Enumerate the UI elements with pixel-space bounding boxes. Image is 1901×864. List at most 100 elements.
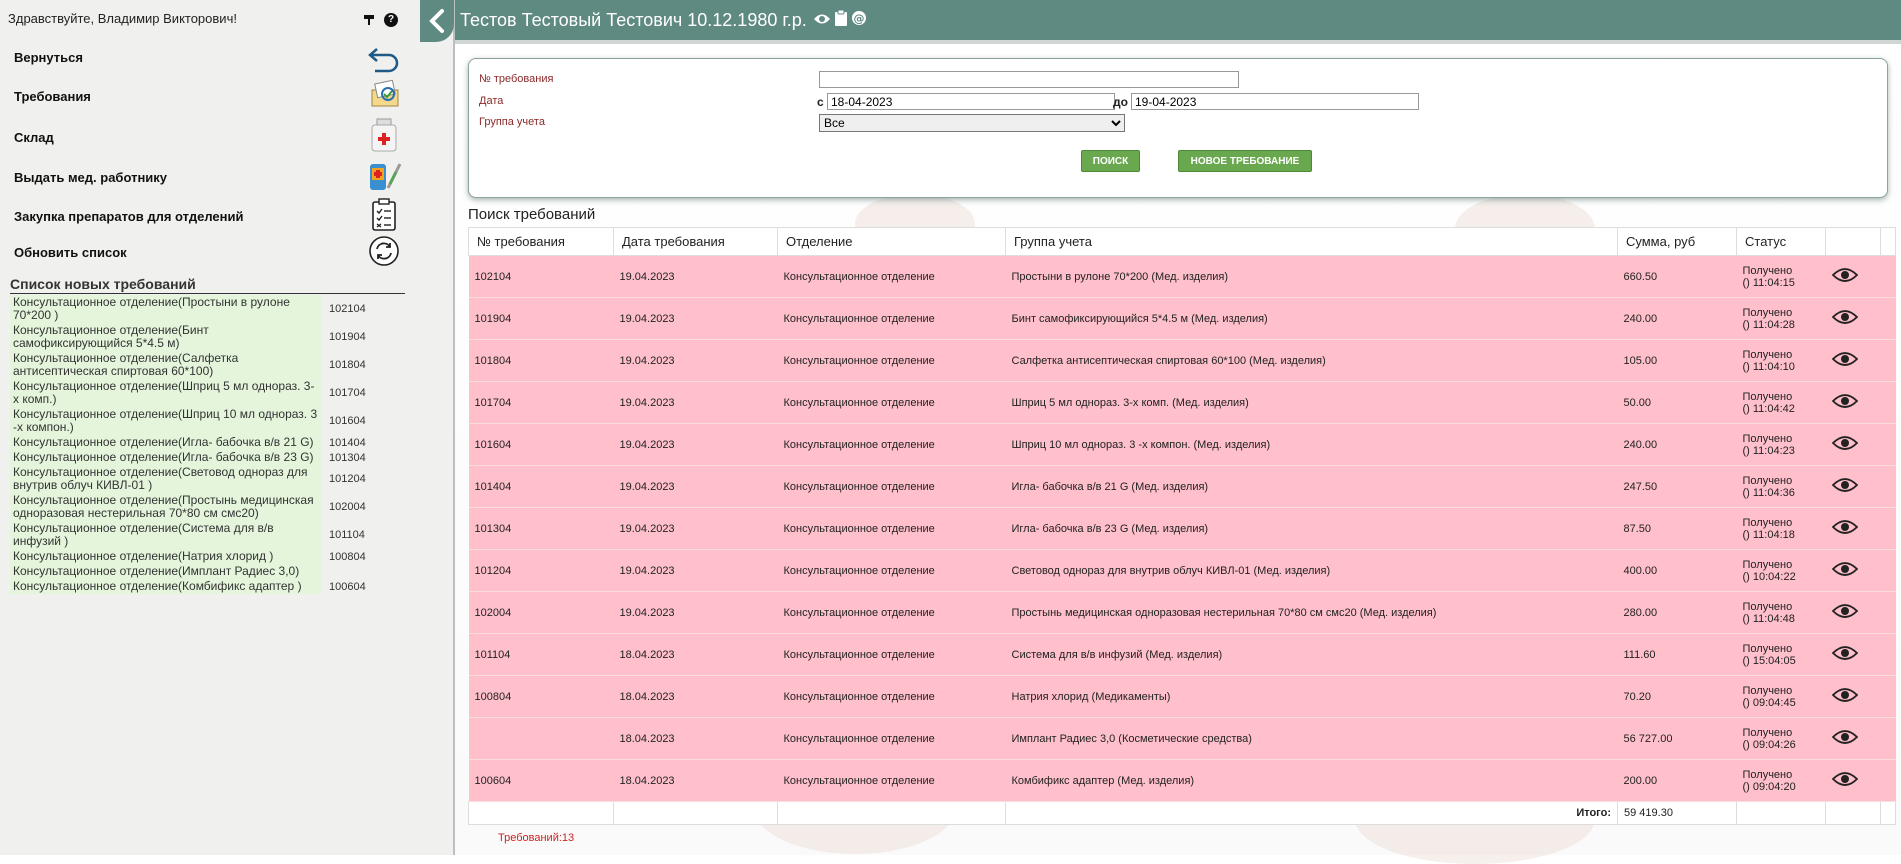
issue-icon[interactable] <box>366 158 402 194</box>
cell-group: Бинт самофиксирующийся 5*4.5 м (Мед. изд… <box>1005 297 1618 340</box>
new-request-item[interactable]: Консультационное отделение(Простынь меди… <box>10 493 405 521</box>
col-sum[interactable]: Сумма, руб <box>1617 227 1737 256</box>
collapse-sidebar-button[interactable] <box>420 0 454 42</box>
cell-sum: 240.00 <box>1617 297 1737 340</box>
cell-action <box>1825 675 1881 718</box>
cell-department: Консультационное отделение <box>777 591 1006 634</box>
cell-sum: 247.50 <box>1617 465 1737 508</box>
menu-warehouse[interactable]: Склад <box>14 130 54 145</box>
cell-scroll <box>1880 507 1896 550</box>
table-row[interactable]: 102104 19.04.2023 Консультационное отделен… <box>468 255 1896 298</box>
menu-return[interactable]: Вернуться <box>14 50 83 65</box>
new-request-item[interactable]: Консультационное отделение(Бинт самофикс… <box>10 323 405 351</box>
status-time: () 09:04:45 <box>1742 696 1796 709</box>
view-eye-icon[interactable] <box>1831 687 1858 706</box>
new-request-item[interactable]: Консультационное отделение(Игла- бабочка… <box>10 450 405 465</box>
cell-scroll <box>1880 423 1896 466</box>
table-row[interactable]: 100604 18.04.2023 Консультационное отделен… <box>468 759 1896 802</box>
requests-icon[interactable] <box>366 76 402 112</box>
results-title: Поиск требований <box>468 206 596 223</box>
new-request-item[interactable]: Консультационное отделение(Шприц 5 мл од… <box>10 379 405 407</box>
warehouse-icon[interactable] <box>366 117 402 153</box>
col-department[interactable]: Отделение <box>777 227 1006 256</box>
table-row[interactable]: 101304 19.04.2023 Консультационное отделен… <box>468 507 1896 550</box>
email-icon[interactable]: @ <box>851 10 867 31</box>
col-number[interactable]: № требования <box>468 227 614 256</box>
cell-scroll <box>1880 255 1896 298</box>
table-row[interactable]: 102004 19.04.2023 Консультационное отделен… <box>468 591 1896 634</box>
view-eye-icon[interactable] <box>1831 561 1858 580</box>
new-request-label: Консультационное отделение(Световод одно… <box>10 465 322 493</box>
col-status[interactable]: Статус <box>1736 227 1826 256</box>
request-number-input[interactable] <box>819 71 1239 88</box>
cell-sum: 400.00 <box>1617 549 1737 592</box>
search-button[interactable]: ПОИСК <box>1081 150 1140 172</box>
group-select[interactable]: Все <box>819 114 1125 132</box>
refresh-icon[interactable] <box>366 233 402 269</box>
table-row[interactable]: 18.04.2023 Консультационное отделение Импл… <box>468 717 1896 760</box>
view-eye-icon[interactable] <box>1831 603 1858 622</box>
new-request-item[interactable]: Консультационное отделение(Световод одно… <box>10 465 405 493</box>
menu-purchase[interactable]: Закупка препаратов для отделений <box>14 209 243 224</box>
checklist-icon[interactable] <box>366 197 402 233</box>
return-icon[interactable] <box>366 40 402 76</box>
cell-group: Шприц 5 мл однораз. 3-х комп. (Мед. изде… <box>1005 381 1618 424</box>
clipboard-icon[interactable] <box>834 9 847 31</box>
paint-icon[interactable] <box>362 13 376 27</box>
cell-action <box>1825 507 1881 550</box>
view-eye-icon[interactable] <box>1831 435 1858 454</box>
status-text: Получено <box>1742 684 1793 697</box>
col-group[interactable]: Группа учета <box>1005 227 1618 256</box>
help-icon[interactable]: ? <box>384 13 398 27</box>
status-time: () 11:04:18 <box>1742 528 1795 541</box>
new-request-number: 100804 <box>329 550 366 563</box>
new-request-label: Консультационное отделение(Игла- бабочка… <box>10 450 322 465</box>
date-to-input[interactable] <box>1131 93 1419 110</box>
new-request-item[interactable]: Консультационное отделение(Комбификс ада… <box>10 579 405 594</box>
new-request-item[interactable]: Консультационное отделение(Система для в… <box>10 521 405 549</box>
menu-requests[interactable]: Требования <box>14 89 91 104</box>
new-request-number: 101404 <box>329 436 366 449</box>
eye-icon[interactable] <box>813 10 831 31</box>
view-eye-icon[interactable] <box>1831 267 1858 286</box>
new-request-number: 101304 <box>329 451 366 464</box>
view-eye-icon[interactable] <box>1831 351 1858 370</box>
cell-department: Консультационное отделение <box>777 255 1006 298</box>
cell-number: 101304 <box>468 507 614 550</box>
view-eye-icon[interactable] <box>1831 309 1858 328</box>
view-eye-icon[interactable] <box>1831 477 1858 496</box>
total-label: Итого: <box>1005 801 1618 825</box>
table-row[interactable]: 101204 19.04.2023 Консультационное отделен… <box>468 549 1896 592</box>
new-request-item[interactable]: Консультационное отделение(Натрия хлорид… <box>10 549 405 564</box>
cell-department: Консультационное отделение <box>777 423 1006 466</box>
date-from-input[interactable] <box>827 93 1115 110</box>
view-eye-icon[interactable] <box>1831 393 1858 412</box>
table-row[interactable]: 101804 19.04.2023 Консультационное отделен… <box>468 339 1896 382</box>
cell-status: Получено() 09:04:20 <box>1736 759 1826 802</box>
view-eye-icon[interactable] <box>1831 771 1858 790</box>
table-row[interactable]: 101904 19.04.2023 Консультационное отделен… <box>468 297 1896 340</box>
new-request-item[interactable]: Консультационное отделение(Простыни в ру… <box>10 295 405 323</box>
cell-group: Салфетка антисептическая спиртовая 60*10… <box>1005 339 1618 382</box>
menu-refresh[interactable]: Обновить список <box>14 245 127 260</box>
new-request-number: 101704 <box>329 387 366 399</box>
table-row[interactable]: 101104 18.04.2023 Консультационное отделен… <box>468 633 1896 676</box>
view-eye-icon[interactable] <box>1831 519 1858 538</box>
sidebar: Здравствуйте, Владимир Викторович! ? Вер… <box>0 0 455 855</box>
menu-issue-worker[interactable]: Выдать мед. работнику <box>14 170 167 185</box>
table-row[interactable]: 101704 19.04.2023 Консультационное отделен… <box>468 381 1896 424</box>
col-date[interactable]: Дата требования <box>613 227 778 256</box>
cell-scroll <box>1880 675 1896 718</box>
cell-group: Комбификс адаптер (Мед. изделия) <box>1005 759 1618 802</box>
new-request-item[interactable]: Консультационное отделение(Игла- бабочка… <box>10 435 405 450</box>
cell-date: 19.04.2023 <box>613 381 778 424</box>
new-request-item[interactable]: Консультационное отделение(Имплант Радие… <box>10 564 405 579</box>
view-eye-icon[interactable] <box>1831 729 1858 748</box>
view-eye-icon[interactable] <box>1831 645 1858 664</box>
table-row[interactable]: 100804 18.04.2023 Консультационное отделен… <box>468 675 1896 718</box>
table-row[interactable]: 101604 19.04.2023 Консультационное отделен… <box>468 423 1896 466</box>
new-request-button[interactable]: НОВОЕ ТРЕБОВАНИЕ <box>1178 150 1312 172</box>
new-request-item[interactable]: Консультационное отделение(Салфетка анти… <box>10 351 405 379</box>
new-request-item[interactable]: Консультационное отделение(Шприц 10 мл о… <box>10 407 405 435</box>
table-row[interactable]: 101404 19.04.2023 Консультационное отделен… <box>468 465 1896 508</box>
